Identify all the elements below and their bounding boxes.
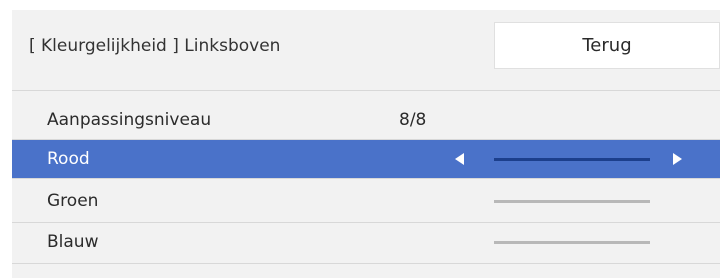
arrow-left-icon[interactable] (455, 153, 464, 165)
page-title: [ Kleurgelijkheid ] Linksboven (29, 36, 281, 56)
divider (12, 90, 720, 91)
adjustment-panel: [ Kleurgelijkheid ] Linksboven Terug Aan… (12, 10, 720, 278)
menu-row-blue[interactable]: Blauw (12, 223, 720, 261)
back-button[interactable]: Terug (494, 22, 720, 69)
menu-row-adjustment-level[interactable]: Aanpassingsniveau 8/8 (12, 101, 720, 139)
panel-header: [ Kleurgelijkheid ] Linksboven Terug (12, 10, 720, 90)
red-slider[interactable] (494, 158, 650, 161)
menu-row-green[interactable]: Groen (12, 182, 720, 220)
blue-slider[interactable] (494, 241, 650, 244)
row-label: Aanpassingsniveau (47, 110, 212, 130)
row-label: Rood (47, 149, 90, 169)
green-slider[interactable] (494, 200, 650, 203)
divider (12, 178, 720, 179)
menu-row-red[interactable]: Rood (12, 140, 720, 178)
arrow-right-icon[interactable] (673, 153, 682, 165)
divider (12, 263, 720, 264)
row-label: Blauw (47, 232, 99, 252)
adjustment-level-value: 8/8 (399, 110, 427, 130)
row-label: Groen (47, 191, 99, 211)
